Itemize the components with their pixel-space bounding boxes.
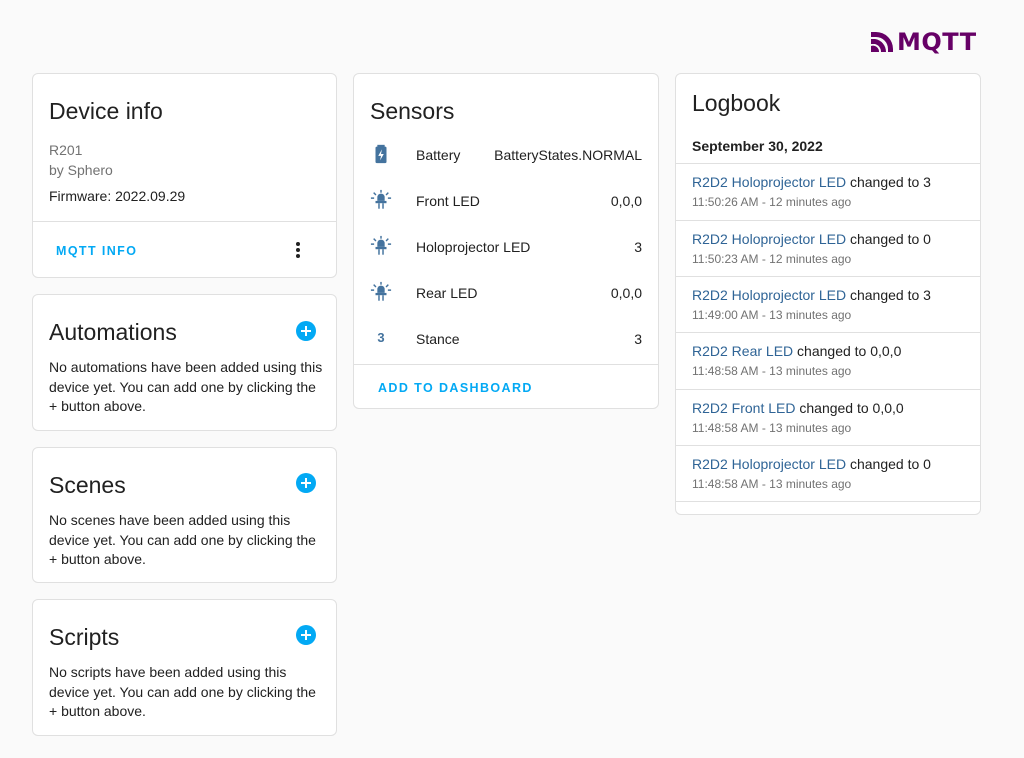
automations-title: Automations bbox=[49, 319, 177, 345]
logbook-title: Logbook bbox=[692, 90, 781, 116]
sensor-row-battery[interactable]: Battery BatteryStates.NORMAL bbox=[354, 143, 658, 189]
log-timestamp: 11:50:23 AM - 12 minutes ago bbox=[692, 252, 852, 266]
battery-charging-icon bbox=[375, 144, 387, 164]
sensor-value: BatteryStates.NORMAL bbox=[494, 147, 642, 163]
log-entity-link[interactable]: R2D2 Front LED bbox=[692, 400, 795, 416]
log-action: changed to 0 bbox=[846, 231, 931, 247]
log-action: changed to 3 bbox=[846, 287, 931, 303]
log-entry: R2D2 Holoprojector LED changed to 3 11:4… bbox=[676, 276, 980, 332]
device-model: R201 bbox=[49, 142, 83, 158]
sensor-row-front-led[interactable]: Front LED 0,0,0 bbox=[354, 189, 658, 235]
led-icon bbox=[370, 281, 392, 301]
led-icon bbox=[370, 189, 392, 209]
sensors-title: Sensors bbox=[370, 98, 455, 124]
log-entry: R2D2 Holoprojector LED changed to 0 11:5… bbox=[676, 220, 980, 276]
log-entry-line: R2D2 Holoprojector LED changed to 3 bbox=[692, 287, 931, 303]
log-entry-line: R2D2 Front LED changed to 0,0,0 bbox=[692, 400, 904, 416]
sensor-value: 3 bbox=[634, 239, 642, 255]
scenes-title: Scenes bbox=[49, 472, 126, 498]
sensor-row-rear-led[interactable]: Rear LED 0,0,0 bbox=[354, 281, 658, 327]
log-timestamp: 11:48:58 AM - 13 minutes ago bbox=[692, 421, 852, 435]
divider bbox=[33, 221, 336, 222]
log-entry-line: R2D2 Holoprojector LED changed to 0 bbox=[692, 456, 931, 472]
scripts-description: No scripts have been added using this de… bbox=[49, 664, 316, 719]
logbook-date: September 30, 2022 bbox=[692, 138, 823, 154]
sensor-name: Stance bbox=[416, 331, 460, 347]
log-action: changed to 0 bbox=[846, 456, 931, 472]
log-action: changed to 3 bbox=[846, 174, 931, 190]
scripts-card: Scripts No scripts have been added using… bbox=[32, 599, 337, 736]
log-entry-line: R2D2 Holoprojector LED changed to 3 bbox=[692, 174, 931, 190]
sensors-card: Sensors Battery BatteryStates.NORMAL Fro… bbox=[353, 73, 659, 409]
log-entry-line: R2D2 Holoprojector LED changed to 0 bbox=[692, 231, 931, 247]
log-entity-link[interactable]: R2D2 Holoprojector LED bbox=[692, 174, 846, 190]
sensor-row-stance[interactable]: 3 Stance 3 bbox=[354, 327, 658, 373]
log-action: changed to 0,0,0 bbox=[793, 343, 902, 359]
log-entry-cut-off bbox=[676, 501, 980, 502]
log-entry: R2D2 Rear LED changed to 0,0,0 11:48:58 … bbox=[676, 332, 980, 388]
sensor-value: 0,0,0 bbox=[610, 285, 642, 301]
log-entity-link[interactable]: R2D2 Holoprojector LED bbox=[692, 287, 846, 303]
sensor-name: Front LED bbox=[416, 193, 480, 209]
add-script-button[interactable] bbox=[296, 625, 316, 645]
log-entry: R2D2 Front LED changed to 0,0,0 11:48:58… bbox=[676, 389, 980, 445]
mqtt-info-button[interactable]: MQTT INFO bbox=[56, 244, 137, 258]
sensor-value: 0,0,0 bbox=[610, 193, 642, 209]
log-timestamp: 11:48:58 AM - 13 minutes ago bbox=[692, 477, 852, 491]
automations-card: Automations No automations have been add… bbox=[32, 294, 337, 431]
add-automation-button[interactable] bbox=[296, 321, 316, 341]
mqtt-signal-icon bbox=[871, 32, 893, 52]
device-manufacturer: by Sphero bbox=[49, 162, 113, 178]
led-icon bbox=[370, 235, 392, 255]
sensor-row-holoprojector-led[interactable]: Holoprojector LED 3 bbox=[354, 235, 658, 281]
logbook-card: Logbook September 30, 2022 R2D2 Holoproj… bbox=[675, 73, 981, 515]
scripts-title: Scripts bbox=[49, 624, 120, 650]
log-entity-link[interactable]: R2D2 Holoprojector LED bbox=[692, 231, 846, 247]
sensor-value: 3 bbox=[634, 331, 642, 347]
automations-description: No automations have been added using thi… bbox=[49, 359, 323, 414]
log-timestamp: 11:50:26 AM - 12 minutes ago bbox=[692, 195, 852, 209]
log-timestamp: 11:48:58 AM - 13 minutes ago bbox=[692, 364, 852, 378]
log-action: changed to 0,0,0 bbox=[795, 400, 904, 416]
add-scene-button[interactable] bbox=[296, 473, 316, 493]
log-entry: R2D2 Holoprojector LED changed to 3 11:5… bbox=[676, 163, 980, 219]
mqtt-logo: MQTT bbox=[870, 28, 977, 56]
divider bbox=[354, 364, 658, 365]
sensor-name: Rear LED bbox=[416, 285, 478, 301]
more-options-icon[interactable] bbox=[296, 242, 300, 260]
scenes-description: No scenes have been added using this dev… bbox=[49, 512, 316, 567]
add-to-dashboard-button[interactable]: ADD TO DASHBOARD bbox=[378, 381, 533, 395]
log-timestamp: 11:49:00 AM - 13 minutes ago bbox=[692, 308, 852, 322]
sensor-name: Battery bbox=[416, 147, 461, 163]
scenes-card: Scenes No scenes have been added using t… bbox=[32, 447, 337, 583]
log-entity-link[interactable]: R2D2 Holoprojector LED bbox=[692, 456, 846, 472]
device-info-card: Device info R201 by Sphero Firmware: 202… bbox=[32, 73, 337, 278]
device-firmware: Firmware: 2022.09.29 bbox=[49, 188, 186, 204]
sensor-name: Holoprojector LED bbox=[416, 239, 531, 255]
log-entry: R2D2 Holoprojector LED changed to 0 11:4… bbox=[676, 445, 980, 501]
log-entity-link[interactable]: R2D2 Rear LED bbox=[692, 343, 793, 359]
mqtt-logo-text: MQTT bbox=[897, 28, 977, 56]
numeric-3-icon: 3 bbox=[377, 330, 385, 345]
log-entry-line: R2D2 Rear LED changed to 0,0,0 bbox=[692, 343, 901, 359]
device-info-title: Device info bbox=[49, 98, 163, 124]
